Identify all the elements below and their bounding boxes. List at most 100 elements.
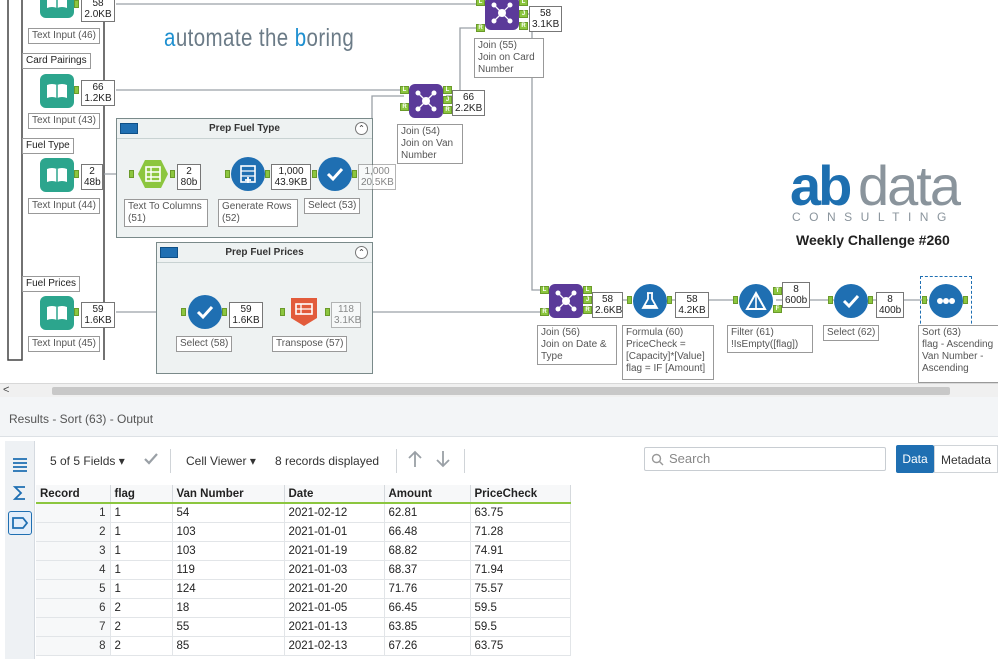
table-cell[interactable]: 1 [110, 503, 173, 523]
output-anchor[interactable] [74, 308, 79, 316]
false-output-anchor[interactable]: F [773, 305, 782, 313]
tag-icon[interactable] [8, 511, 32, 535]
table-row[interactable]: 4 1 119 2021-01-03 68.37 71.94 [36, 560, 571, 580]
table-cell[interactable]: 124 [172, 579, 285, 599]
horizontal-scrollbar[interactable]: < [0, 383, 998, 397]
output-anchor[interactable] [74, 0, 79, 8]
output-anchor[interactable] [963, 296, 968, 304]
input-anchor[interactable] [312, 170, 317, 178]
table-cell[interactable]: 68.82 [384, 541, 471, 561]
table-cell[interactable]: 59.5 [470, 598, 571, 618]
table-cell[interactable]: 71.94 [470, 560, 571, 580]
table-cell[interactable]: 62.81 [384, 503, 471, 523]
right-input-anchor[interactable]: R [400, 103, 409, 111]
table-cell[interactable]: 75.57 [470, 579, 571, 599]
input-anchor[interactable] [129, 170, 134, 178]
column-header[interactable]: Record [36, 485, 111, 504]
table-cell[interactable]: 2021-02-13 [284, 636, 385, 656]
record-cell[interactable]: 2 [36, 522, 111, 542]
record-cell[interactable]: 1 [36, 503, 111, 523]
table-cell[interactable]: 1 [110, 541, 173, 561]
left-input-anchor[interactable]: L [540, 286, 549, 294]
collapse-icon[interactable]: ⌃ [355, 122, 368, 135]
table-cell[interactable]: 2021-01-19 [284, 541, 385, 561]
table-row[interactable]: 8 2 85 2021-02-13 67.26 63.75 [36, 636, 571, 656]
table-cell[interactable]: 63.75 [470, 636, 571, 656]
j-output-anchor[interactable]: J [583, 296, 592, 304]
column-header[interactable]: flag [110, 485, 173, 504]
table-view-icon[interactable] [8, 453, 32, 477]
true-output-anchor[interactable]: T [773, 287, 782, 295]
table-row[interactable]: 6 2 18 2021-01-05 66.45 59.5 [36, 598, 571, 618]
summary-sigma-icon[interactable] [8, 481, 32, 505]
j-output-anchor[interactable]: J [519, 10, 528, 18]
right-input-anchor[interactable]: R [476, 24, 485, 32]
j-output-anchor[interactable]: J [443, 96, 452, 104]
table-cell[interactable]: 74.91 [470, 541, 571, 561]
table-cell[interactable]: 103 [172, 541, 285, 561]
table-cell[interactable]: 63.85 [384, 617, 471, 637]
output-anchor[interactable] [74, 86, 79, 94]
table-cell[interactable]: 2021-01-03 [284, 560, 385, 580]
column-header[interactable]: Date [284, 485, 385, 504]
left-input-anchor[interactable]: L [400, 86, 409, 94]
table-cell[interactable]: 71.28 [470, 522, 571, 542]
output-anchor[interactable] [222, 308, 227, 316]
table-row[interactable]: 3 1 103 2021-01-19 68.82 74.91 [36, 541, 571, 561]
table-cell[interactable]: 2021-02-12 [284, 503, 385, 523]
column-header[interactable]: Amount [384, 485, 471, 504]
column-header[interactable]: PriceCheck [470, 485, 571, 504]
table-cell[interactable]: 71.76 [384, 579, 471, 599]
table-row[interactable]: 7 2 55 2021-01-13 63.85 59.5 [36, 617, 571, 637]
input-anchor[interactable] [181, 308, 186, 316]
right-input-anchor[interactable]: R [540, 308, 549, 316]
r-output-anchor[interactable]: R [583, 306, 592, 314]
table-cell[interactable]: 63.75 [470, 503, 571, 523]
table-cell[interactable]: 2021-01-01 [284, 522, 385, 542]
table-cell[interactable]: 2021-01-05 [284, 598, 385, 618]
table-cell[interactable]: 18 [172, 598, 285, 618]
input-anchor[interactable] [733, 296, 738, 304]
input-anchor[interactable] [922, 296, 927, 304]
table-cell[interactable]: 2021-01-20 [284, 579, 385, 599]
table-cell[interactable]: 85 [172, 636, 285, 656]
table-cell[interactable]: 2021-01-13 [284, 617, 385, 637]
column-header[interactable]: Van Number [172, 485, 285, 504]
output-anchor[interactable] [170, 170, 175, 178]
table-cell[interactable]: 68.37 [384, 560, 471, 580]
scroll-left-arrow[interactable]: < [3, 384, 9, 397]
checkmark-icon[interactable] [142, 450, 160, 471]
record-cell[interactable]: 8 [36, 636, 111, 656]
cell-viewer-selector[interactable]: Cell Viewer ▾ [186, 454, 256, 468]
table-cell[interactable]: 2 [110, 636, 173, 656]
table-cell[interactable]: 55 [172, 617, 285, 637]
table-cell[interactable]: 2 [110, 617, 173, 637]
output-anchor[interactable] [325, 308, 330, 316]
table-cell[interactable]: 103 [172, 522, 285, 542]
search-input[interactable]: Search [644, 447, 886, 471]
output-anchor[interactable] [352, 170, 357, 178]
table-row[interactable]: 2 1 103 2021-01-01 66.48 71.28 [36, 522, 571, 542]
output-anchor[interactable] [868, 296, 873, 304]
tab-metadata[interactable]: Metadata [934, 445, 998, 473]
table-cell[interactable]: 59.5 [470, 617, 571, 637]
output-anchor[interactable] [667, 296, 672, 304]
l-output-anchor[interactable]: L [519, 0, 528, 6]
l-output-anchor[interactable]: L [583, 286, 592, 294]
l-output-anchor[interactable]: L [443, 86, 452, 94]
r-output-anchor[interactable]: R [519, 22, 528, 30]
table-cell[interactable]: 67.26 [384, 636, 471, 656]
table-cell[interactable]: 66.45 [384, 598, 471, 618]
table-cell[interactable]: 54 [172, 503, 285, 523]
r-output-anchor[interactable]: R [443, 106, 452, 114]
record-cell[interactable]: 7 [36, 617, 111, 637]
table-cell[interactable]: 1 [110, 560, 173, 580]
input-anchor[interactable] [627, 296, 632, 304]
table-cell[interactable]: 1 [110, 579, 173, 599]
scroll-thumb[interactable] [52, 387, 950, 395]
record-cell[interactable]: 6 [36, 598, 111, 618]
arrow-down-icon[interactable] [434, 449, 452, 472]
left-input-anchor[interactable]: L [476, 0, 485, 6]
arrow-up-icon[interactable] [406, 449, 424, 472]
table-row[interactable]: 5 1 124 2021-01-20 71.76 75.57 [36, 579, 571, 599]
